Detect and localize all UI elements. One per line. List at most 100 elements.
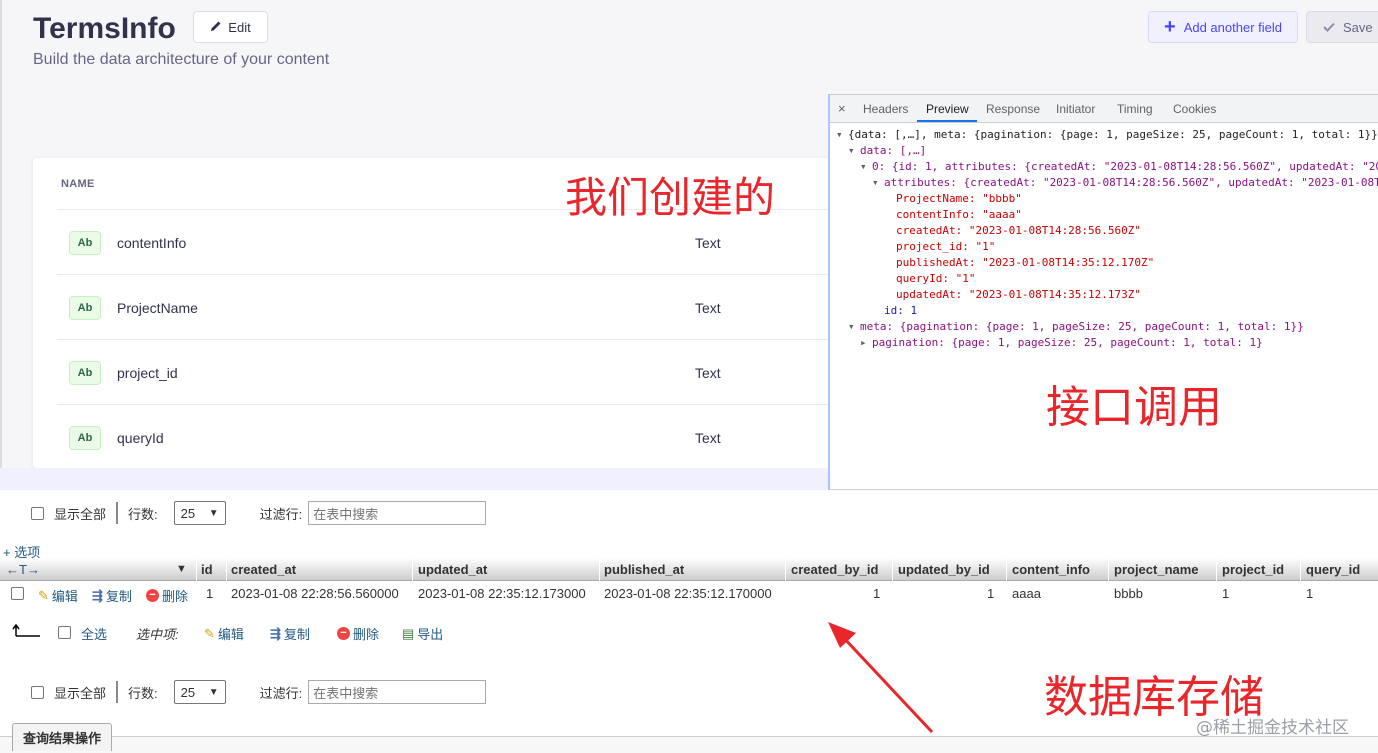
divider <box>116 502 119 524</box>
collapsed-triangle-icon: ▸ <box>860 336 867 349</box>
tree-node-pagination[interactable]: ▸ pagination: {page: 1, pageSize: 25, pag… <box>860 335 1263 351</box>
rows-select[interactable]: 25 ▼ <box>173 501 226 525</box>
field-row[interactable]: Ab queryId Text <box>57 405 833 470</box>
text-type-icon: Ab <box>69 426 101 450</box>
cell-published-at[interactable]: 2023-01-08 22:35:12.170000 <box>604 586 772 601</box>
annotation-api-call: 接口调用 <box>1046 382 1222 433</box>
expanded-triangle-icon: ▾ <box>872 176 879 189</box>
save-button[interactable]: Save <box>1306 11 1378 43</box>
tree-leaf-project-id: project_id: "1" <box>896 240 996 253</box>
column-header[interactable]: updated_at <box>418 562 487 577</box>
show-all-checkbox[interactable] <box>31 506 44 520</box>
tab-timing[interactable]: Timing <box>1117 102 1153 116</box>
column-header[interactable]: id <box>201 562 213 577</box>
tab-preview[interactable]: Preview <box>926 102 969 116</box>
pencil-icon <box>210 20 222 35</box>
tab-headers[interactable]: Headers <box>863 102 908 116</box>
page-title: TermsInfo <box>33 12 176 45</box>
field-name: project_id <box>117 365 178 381</box>
tree-leaf-projectname: ProjectName: "bbbb" <box>896 192 1022 205</box>
tree-leaf-createdat: createdAt: "2023-01-08T14:28:56.560Z" <box>896 224 1142 237</box>
column-header[interactable]: project_id <box>1222 562 1284 577</box>
column-header[interactable]: project_name <box>1114 562 1199 577</box>
column-header[interactable]: created_by_id <box>791 562 878 577</box>
panel-border <box>0 0 2 490</box>
filter-rows-input[interactable]: 在表中搜索 <box>308 680 487 704</box>
annotation-created-by-us: 我们创建的 <box>565 173 776 222</box>
tab-response[interactable]: Response <box>986 102 1040 116</box>
add-another-field-button[interactable]: + Add another field <box>1148 11 1298 43</box>
screenshot-root: TermsInfo Edit Build the data architectu… <box>0 0 1378 753</box>
plus-icon: + <box>1164 16 1176 38</box>
bulk-edit-link[interactable]: ✎ 编辑 <box>204 624 244 643</box>
select-all-link[interactable]: 全选 <box>81 624 107 643</box>
column-separator <box>1006 558 1007 581</box>
tree-leaf-publishedat: publishedAt: "2023-01-08T14:35:12.170Z" <box>896 256 1155 269</box>
tree-node-meta[interactable]: ▾ meta: {pagination: {page: 1, pageSize: … <box>848 319 1304 335</box>
delete-icon: − <box>337 627 350 640</box>
tree-node-attributes[interactable]: ▾ attributes: {createdAt: "2023-01-08T14:… <box>872 175 1378 191</box>
filter-label: 过滤行: <box>259 506 303 522</box>
field-name: queryId <box>117 430 164 446</box>
field-row[interactable]: Ab ProjectName Text <box>57 275 833 340</box>
copy-row-link[interactable]: ⇶ 复制 <box>92 586 132 605</box>
tree-leaf-id: id: 1 <box>884 304 918 317</box>
column-header[interactable]: published_at <box>604 562 684 577</box>
cell-project-id[interactable]: 1 <box>1222 586 1229 601</box>
column-header[interactable]: query_id <box>1306 562 1360 577</box>
select-all-checkbox[interactable] <box>58 626 71 639</box>
column-separator <box>599 558 600 581</box>
column-header[interactable]: created_at <box>231 562 296 577</box>
text-type-icon: Ab <box>69 361 101 385</box>
table-row: ✎ 编辑 ⇶ 复制 − 删除 1 2023-01-08 22:28:56.560000… <box>0 582 1378 604</box>
divider <box>116 681 119 703</box>
query-results-operations-tab[interactable]: 查询结果操作 <box>12 723 112 751</box>
tree-node-item-0[interactable]: ▾ 0: {id: 1, attributes: {createdAt: "202… <box>860 159 1378 175</box>
edit-button-label: Edit <box>228 19 251 35</box>
column-header[interactable]: content_info <box>1012 562 1090 577</box>
tab-initiator[interactable]: Initiator <box>1056 102 1095 116</box>
cell-content-info[interactable]: aaaa <box>1012 586 1041 601</box>
field-type: Text <box>695 300 721 316</box>
pencil-icon: ✎ <box>204 625 215 641</box>
filter-rows-input[interactable]: 在表中搜索 <box>308 501 487 525</box>
expanded-triangle-icon: ▾ <box>836 128 843 141</box>
close-icon[interactable]: × <box>838 101 846 116</box>
text-type-icon: Ab <box>69 296 101 320</box>
tree-node-data[interactable]: ▾ data: [,…] <box>848 143 926 159</box>
edit-button[interactable]: Edit <box>193 11 268 43</box>
bulk-export-link[interactable]: ▤ 导出 <box>402 624 443 643</box>
column-separator <box>892 558 893 581</box>
tree-leaf-queryid: queryId: "1" <box>896 272 976 285</box>
cell-updated-by-id[interactable]: 1 <box>987 586 994 601</box>
tab-cookies[interactable]: Cookies <box>1173 102 1216 116</box>
bulk-delete-link[interactable]: − 删除 <box>337 624 379 643</box>
bulk-copy-link[interactable]: ⇶ 复制 <box>270 624 310 643</box>
rows-select[interactable]: 25 ▼ <box>173 680 226 704</box>
cell-query-id[interactable]: 1 <box>1306 586 1313 601</box>
row-checkbox[interactable] <box>11 587 24 600</box>
cell-updated-at[interactable]: 2023-01-08 22:35:12.173000 <box>418 586 586 601</box>
results-table-header: ←T→ ▼ id created_at updated_at published… <box>0 558 1378 581</box>
page-subtitle: Build the data architecture of your cont… <box>33 51 330 68</box>
cell-id[interactable]: 1 <box>206 586 213 601</box>
field-row[interactable]: Ab project_id Text <box>57 340 833 405</box>
cell-created-at[interactable]: 2023-01-08 22:28:56.560000 <box>231 586 399 601</box>
tree-node-root[interactable]: ▾ {data: [,…], meta: {pagination: {page: … <box>836 127 1378 143</box>
top-navigation-controls: 显示全部 行数: 25 ▼ 过滤行: 在表中搜索 <box>31 501 487 525</box>
delete-row-link[interactable]: − 删除 <box>146 586 188 605</box>
edit-row-link[interactable]: ✎ 编辑 <box>38 586 78 605</box>
field-name: ProjectName <box>117 300 198 316</box>
sort-dropdown-icon[interactable]: ▼ <box>176 563 187 575</box>
save-label: Save <box>1343 19 1373 35</box>
column-header[interactable]: updated_by_id <box>898 562 990 577</box>
pencil-icon: ✎ <box>38 587 49 603</box>
annotation-db-storage: 数据库存储 <box>1044 672 1264 723</box>
cell-project-name[interactable]: bbbb <box>1114 586 1143 601</box>
chevron-down-icon: ▼ <box>208 686 219 698</box>
expanded-triangle-icon: ▾ <box>848 320 855 333</box>
column-separator <box>226 558 227 581</box>
show-all-checkbox[interactable] <box>31 685 44 699</box>
cell-created-by-id[interactable]: 1 <box>873 586 880 601</box>
column-nav-arrows[interactable]: ←T→ <box>6 562 40 577</box>
